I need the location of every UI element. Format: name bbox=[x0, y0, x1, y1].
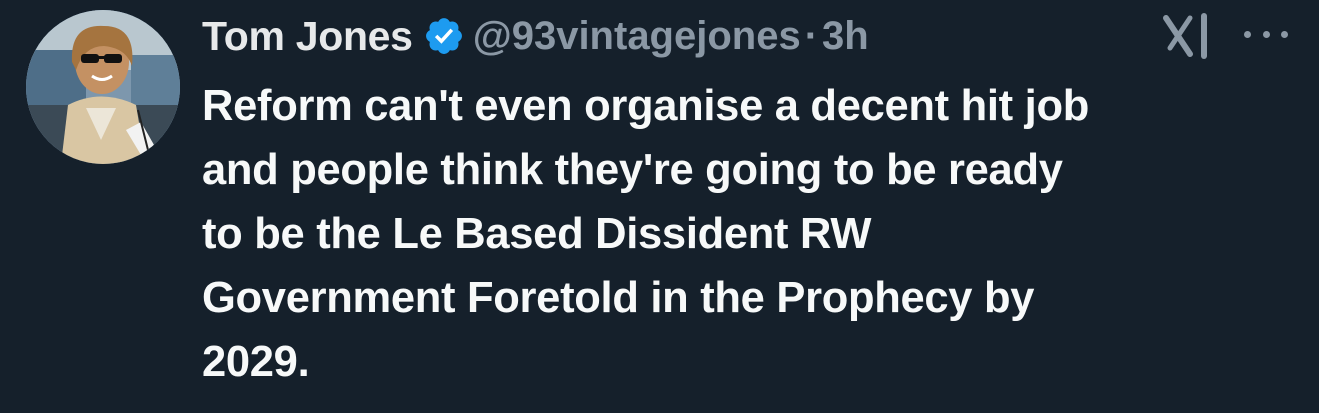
more-dot bbox=[1281, 30, 1288, 38]
display-name[interactable]: Tom Jones bbox=[202, 13, 413, 60]
grok-icon[interactable] bbox=[1160, 12, 1218, 60]
timestamp[interactable]: 3h bbox=[822, 14, 869, 59]
tweet-text: Reform can't even organise a decent hit … bbox=[202, 82, 1089, 386]
tweet-header: Tom Jones @93vintagejones · 3h bbox=[202, 10, 869, 62]
more-dot bbox=[1244, 30, 1251, 38]
more-options-icon[interactable] bbox=[1244, 16, 1288, 52]
separator-dot: · bbox=[804, 13, 819, 58]
more-dot bbox=[1262, 30, 1270, 38]
tweet-card: Tom Jones @93vintagejones · 3h Reform ca… bbox=[0, 0, 1319, 413]
verified-badge-icon[interactable] bbox=[423, 15, 465, 57]
profile-photo bbox=[26, 10, 180, 164]
avatar[interactable] bbox=[26, 10, 180, 164]
author-handle[interactable]: @93vintagejones bbox=[473, 14, 801, 59]
